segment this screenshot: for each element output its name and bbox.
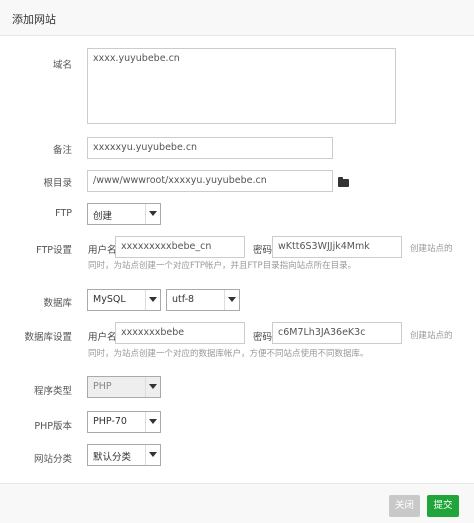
submit-button[interactable]: 提交 bbox=[427, 495, 459, 517]
php-version-value: PHP-70 bbox=[93, 416, 127, 427]
php-version-label: PHP版本 bbox=[34, 421, 72, 432]
dialog-title: 添加网站 bbox=[12, 13, 56, 26]
program-type-label: 程序类型 bbox=[33, 386, 72, 397]
database-type-value: MySQL bbox=[93, 294, 126, 305]
ftp-label: FTP bbox=[55, 208, 72, 219]
domain-textarea[interactable]: xxxx.yuyubebe.cn bbox=[87, 48, 396, 124]
root-label: 根目录 bbox=[43, 178, 72, 189]
ftp-select[interactable]: 创建 bbox=[87, 203, 161, 225]
site-category-label: 网站分类 bbox=[33, 454, 72, 465]
remark-input[interactable]: xxxxxyu.yuyubebe.cn bbox=[87, 137, 333, 159]
remark-label: 备注 bbox=[52, 145, 72, 156]
chevron-down-icon bbox=[145, 204, 160, 224]
ftp-hint-line2: 同时，为站点创建一个对应FTP帐户，并且FTP目录指向站点所在目录。 bbox=[88, 261, 357, 271]
ftp-settings-label: FTP设置 bbox=[36, 245, 72, 256]
database-settings-label: 数据库设置 bbox=[24, 332, 72, 343]
folder-open-icon[interactable] bbox=[338, 177, 349, 187]
ftp-pass-label: 密码 bbox=[253, 245, 273, 256]
ftp-select-value: 创建 bbox=[93, 211, 113, 222]
database-type-select[interactable]: MySQL bbox=[87, 289, 161, 311]
ftp-password-input[interactable]: wKtt6S3WJJjk4Mmk bbox=[272, 236, 402, 258]
database-charset-value: utf-8 bbox=[172, 294, 195, 305]
db-hint-line2: 同时，为站点创建一个对应的数据库帐户，方便不同站点使用不同数据库。 bbox=[88, 349, 369, 359]
chevron-down-icon bbox=[224, 290, 239, 310]
database-charset-select[interactable]: utf-8 bbox=[166, 289, 240, 311]
database-label: 数据库 bbox=[43, 298, 72, 309]
site-category-select[interactable]: 默认分类 bbox=[87, 444, 161, 466]
ftp-hint-line1: 创建站点的 bbox=[410, 244, 453, 254]
db-password-input[interactable]: c6M7Lh3JA36eK3c bbox=[272, 322, 402, 344]
chevron-down-icon bbox=[145, 412, 160, 432]
ftp-user-label: 用户名 bbox=[88, 245, 117, 256]
db-hint-line1: 创建站点的 bbox=[410, 331, 453, 341]
ftp-username-input[interactable]: xxxxxxxxxbebe_cn bbox=[115, 236, 245, 258]
chevron-down-icon bbox=[145, 445, 160, 465]
close-button[interactable]: 关闭 bbox=[389, 495, 420, 517]
db-pass-label: 密码 bbox=[253, 332, 273, 343]
root-path-input[interactable]: /www/wwwroot/xxxxyu.yuyubebe.cn bbox=[87, 170, 333, 192]
chevron-down-icon bbox=[145, 290, 160, 310]
program-type-select: PHP bbox=[87, 376, 161, 398]
dialog-titlebar: 添加网站 bbox=[0, 0, 474, 36]
site-category-value: 默认分类 bbox=[93, 452, 132, 463]
db-user-label: 用户名 bbox=[88, 332, 117, 343]
db-username-input[interactable]: xxxxxxxbebe bbox=[115, 322, 245, 344]
php-version-select[interactable]: PHP-70 bbox=[87, 411, 161, 433]
chevron-down-icon bbox=[145, 377, 160, 397]
program-type-value: PHP bbox=[93, 381, 112, 392]
domain-label: 域名 bbox=[52, 60, 72, 71]
